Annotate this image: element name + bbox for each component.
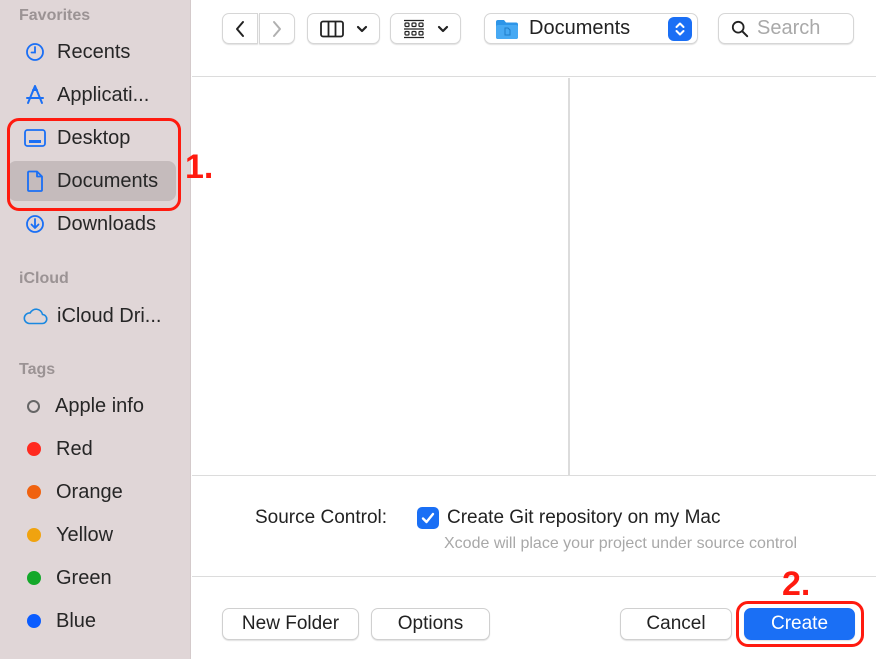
git-repo-label: Create Git repository on my Mac xyxy=(447,507,721,528)
sidebar-item-label: Downloads xyxy=(57,212,156,235)
section-header-favorites: Favorites xyxy=(19,7,91,24)
sidebar-item-label: iCloud Dri... xyxy=(57,304,162,327)
search-icon xyxy=(731,20,749,37)
sidebar-tag-orange[interactable]: Orange xyxy=(8,472,176,512)
section-header-icloud: iCloud xyxy=(19,270,69,287)
sidebar-item-label: Yellow xyxy=(56,523,114,546)
options-panel: Source Control: Create Git repository on… xyxy=(192,477,876,577)
new-folder-button[interactable]: New Folder xyxy=(222,608,359,640)
annotation-box-step2 xyxy=(736,601,864,647)
options-button[interactable]: Options xyxy=(371,608,490,640)
location-popup[interactable]: Documents xyxy=(484,13,698,44)
sidebar-item-label: Apple info xyxy=(55,394,144,417)
location-label: Documents xyxy=(529,17,631,39)
tag-dot-icon xyxy=(27,399,40,413)
sidebar-tag-blue[interactable]: Blue xyxy=(8,601,176,641)
chevron-down-icon xyxy=(356,25,367,32)
search-input[interactable] xyxy=(757,17,853,40)
toolbar: Documents xyxy=(192,0,876,77)
tag-dot-icon xyxy=(27,614,41,628)
sidebar-item-applications[interactable]: Applicati... xyxy=(8,75,176,115)
updown-chevron-icon xyxy=(668,16,692,41)
git-repo-checkbox[interactable] xyxy=(417,507,439,529)
sidebar: Favorites Recents Applicati... Desktop D… xyxy=(0,0,191,659)
tag-dot-icon xyxy=(27,485,41,499)
grid-icon xyxy=(403,19,424,38)
group-by-button[interactable] xyxy=(390,13,461,44)
sidebar-item-label: Orange xyxy=(56,480,123,503)
checkmark-icon xyxy=(421,512,435,524)
sidebar-tag-yellow[interactable]: Yellow xyxy=(8,515,176,555)
tag-dot-icon xyxy=(27,528,41,542)
cancel-button[interactable]: Cancel xyxy=(620,608,732,640)
sidebar-item-recents[interactable]: Recents xyxy=(8,32,176,72)
sidebar-tag-green[interactable]: Green xyxy=(8,558,176,598)
chevron-down-icon xyxy=(437,25,448,32)
sidebar-item-label: Applicati... xyxy=(57,83,150,106)
annotation-box-step1 xyxy=(7,118,181,211)
sidebar-tag-apple-info[interactable]: Apple info xyxy=(8,386,176,426)
source-control-label: Source Control: xyxy=(255,507,388,528)
applications-icon xyxy=(22,82,48,108)
git-repo-hint: Xcode will place your project under sour… xyxy=(444,535,798,552)
column-divider[interactable] xyxy=(568,78,570,476)
cloud-icon xyxy=(22,303,48,329)
sidebar-item-label: Recents xyxy=(57,40,131,63)
search-field[interactable] xyxy=(718,13,854,44)
sidebar-item-icloud-drive[interactable]: iCloud Dri... xyxy=(8,296,176,336)
sidebar-item-label: Red xyxy=(56,437,93,460)
sidebar-item-label: Green xyxy=(56,566,112,589)
forward-button[interactable] xyxy=(259,13,295,44)
annotation-label-step2: 2. xyxy=(782,565,811,603)
chevron-right-icon xyxy=(273,20,281,37)
tag-dot-icon xyxy=(27,442,41,456)
tag-dot-icon xyxy=(27,571,41,585)
sidebar-tag-red[interactable]: Red xyxy=(8,429,176,469)
back-button[interactable] xyxy=(222,13,258,44)
clock-icon xyxy=(22,39,48,65)
sidebar-item-label: Blue xyxy=(56,609,97,632)
view-mode-button[interactable] xyxy=(307,13,380,44)
file-browser[interactable] xyxy=(192,78,876,476)
folder-icon xyxy=(496,19,518,39)
section-header-tags: Tags xyxy=(19,361,56,378)
download-icon xyxy=(22,211,48,237)
chevron-left-icon xyxy=(236,20,244,37)
columns-icon xyxy=(319,20,344,37)
